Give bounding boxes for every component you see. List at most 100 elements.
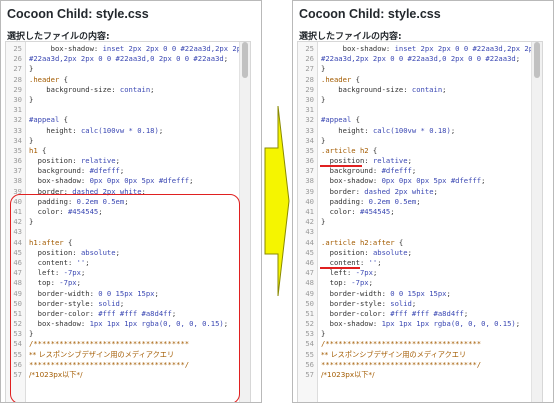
code-editor[interactable]: 25 box-shadow: inset 2px 2px 0 0 #22aa3d… [297, 41, 543, 402]
code-text: #appeal { [29, 115, 240, 125]
code-line[interactable]: 25 box-shadow: inset 2px 2px 0 0 #22aa3d… [6, 44, 240, 54]
code-text: box-shadow: 0px 0px 0px 5px #dfefff; [29, 176, 240, 186]
code-text: position: relative; [29, 156, 240, 166]
code-line[interactable]: 29 background-size: contain; [298, 85, 532, 95]
code-line[interactable]: 45 position: absolute; [298, 248, 532, 258]
code-line[interactable]: 32 #appeal { [298, 115, 532, 125]
code-line[interactable]: 26 #22aa3d,2px 2px 0 0 #22aa3d,0 2px 0 0 … [6, 54, 240, 64]
code-line[interactable]: 40 padding: 0.2em 0.5em; [298, 197, 532, 207]
code-line[interactable]: 31 [298, 105, 532, 115]
code-line[interactable]: 38 box-shadow: 0px 0px 0px 5px #dfefff; [298, 176, 532, 186]
line-number: 35 [13, 145, 22, 155]
code-line[interactable]: 56 ************************************/ [298, 360, 532, 370]
code-line[interactable]: 38 box-shadow: 0px 0px 0px 5px #dfefff; [6, 176, 240, 186]
line-number: 27 [305, 64, 314, 74]
code-token: { [59, 115, 68, 125]
code-text: .header { [321, 75, 532, 85]
code-token: #appeal [29, 115, 60, 125]
code-token: ; [515, 54, 521, 64]
scrollbar-thumb[interactable] [534, 42, 540, 78]
code-line[interactable]: 27} [6, 64, 240, 74]
code-line[interactable]: 25 box-shadow: inset 2px 2px 0 0 #22aa3d… [298, 44, 532, 54]
code-line[interactable]: 53} [298, 329, 532, 339]
code-token: box-shadow: [29, 176, 90, 186]
code-token: height: [29, 125, 81, 135]
scrollbar-thumb[interactable] [242, 42, 248, 78]
code-text: background-size: contain; [321, 85, 532, 95]
line-number: 31 [13, 105, 22, 115]
code-line[interactable]: 34} [298, 136, 532, 146]
code-line[interactable]: 30} [298, 95, 532, 105]
code-token: ************************************/ [321, 359, 482, 369]
line-number: 29 [305, 84, 314, 94]
code-line[interactable]: 37 background: #dfefff; [6, 166, 240, 176]
code-text: height: calc(100vw * 0.18); [29, 126, 240, 136]
line-number: 46 [305, 257, 314, 267]
line-number: 39 [305, 186, 314, 196]
line-number: 43 [305, 227, 314, 237]
code-token: } [29, 64, 34, 74]
code-line[interactable]: 44 .article h2:after { [298, 238, 532, 248]
vertical-scrollbar[interactable] [531, 42, 542, 402]
code-line[interactable]: 31 [6, 105, 240, 115]
code-line[interactable]: 52 box-shadow: 1px 1px 1px rgba(0, 0, 0,… [298, 319, 532, 329]
line-number: 25 [305, 44, 314, 53]
code-token: top: [321, 278, 352, 288]
line-number: 50 [305, 298, 314, 308]
code-line[interactable]: 34} [6, 136, 240, 146]
code-line[interactable]: 33 height: calc(100vw * 0.18); [298, 126, 532, 136]
code-line[interactable]: 54 /************************************ [298, 339, 532, 349]
code-text: /************************************ [321, 339, 532, 349]
code-text: .article h2 { [321, 146, 532, 156]
code-token: border-width: [321, 288, 391, 298]
code-line[interactable]: 36 position: relative; [6, 156, 240, 166]
code-line[interactable]: 33 height: calc(100vw * 0.18); [6, 126, 240, 136]
line-number: 28 [305, 74, 314, 84]
code-line[interactable]: 47 left: -7px; [298, 268, 532, 278]
line-number: 52 [305, 319, 314, 329]
code-line[interactable]: 41 color: #454545; [298, 207, 532, 217]
code-token: background-size: [321, 84, 412, 94]
code-line[interactable]: 30} [6, 95, 240, 105]
code-token: ; [481, 176, 486, 186]
code-line[interactable]: 35 .article h2 { [298, 146, 532, 156]
code-text: } [321, 136, 532, 146]
code-line[interactable]: 28 .header { [298, 75, 532, 85]
code-line[interactable]: 39 border: dashed 2px white; [298, 187, 532, 197]
code-token: position: [321, 247, 373, 257]
line-number: 28 [13, 74, 22, 84]
vertical-scrollbar[interactable] [239, 42, 250, 402]
line-number: 40 [305, 196, 314, 206]
code-line[interactable]: 26 #22aa3d,2px 2px 0 0 #22aa3d,0 2px 0 0 … [298, 54, 532, 64]
code-text: background: #dfefff; [29, 166, 240, 176]
code-line[interactable]: 57 /*1023px以下*/ [298, 370, 532, 380]
line-number: 27 [13, 64, 22, 74]
code-text: } [29, 95, 240, 105]
code-line[interactable]: 35 h1 { [6, 146, 240, 156]
code-text: #appeal { [321, 115, 532, 125]
code-line[interactable]: 49 border-width: 0 0 15px 15px; [298, 289, 532, 299]
code-token: ; [150, 84, 155, 94]
code-text: } [29, 136, 240, 146]
code-token: 0px 0px 0px 5px #dfefff [381, 176, 482, 186]
code-token: ; [407, 247, 412, 257]
line-number: 56 [305, 359, 314, 369]
code-token: box-shadow: [321, 176, 382, 186]
code-line[interactable]: 50 border-style: solid; [298, 299, 532, 309]
code-line[interactable]: 29 background-size: contain; [6, 85, 240, 95]
code-token: } [321, 135, 326, 145]
code-token: box-shadow: [321, 44, 395, 53]
code-line[interactable]: 43 [298, 227, 532, 237]
code-line[interactable]: 42} [298, 217, 532, 227]
code-editor[interactable]: 25 box-shadow: inset 2px 2px 0 0 #22aa3d… [5, 41, 251, 402]
code-line[interactable]: 51 border-color: #fff #fff #a8d4ff; [298, 309, 532, 319]
code-line[interactable]: 32 #appeal { [6, 115, 240, 125]
code-line[interactable]: 55 ** レスポンシブデザイン用のメディアクエリ [298, 350, 532, 360]
code-line[interactable]: 27} [298, 64, 532, 74]
code-token: ; [368, 278, 373, 288]
code-line[interactable]: 48 top: -7px; [298, 278, 532, 288]
line-number: 34 [13, 135, 22, 145]
code-line[interactable]: 37 background: #dfefff; [298, 166, 532, 176]
code-text: ** レスポンシブデザイン用のメディアクエリ [321, 350, 532, 360]
code-line[interactable]: 28 .header { [6, 75, 240, 85]
